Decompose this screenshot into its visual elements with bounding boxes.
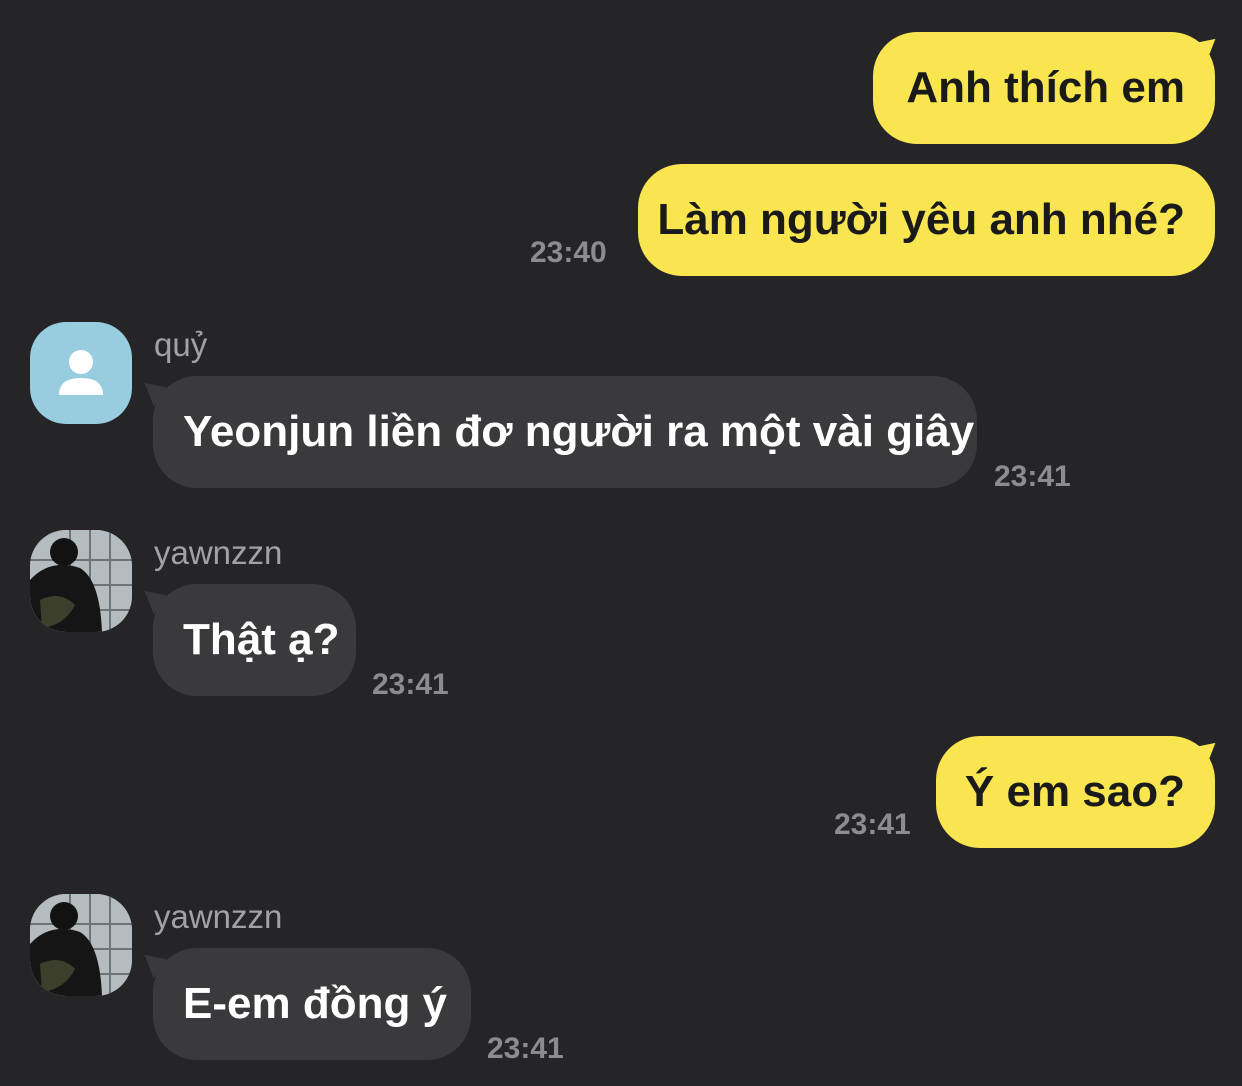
message-timestamp: 23:40 <box>530 236 607 269</box>
incoming-message-bubble[interactable]: E-em đồng ý <box>153 948 471 1060</box>
profile-photo <box>30 530 132 632</box>
outgoing-message-bubble[interactable]: Ý em sao? <box>936 736 1215 848</box>
profile-photo <box>30 894 132 996</box>
message-timestamp: 23:41 <box>372 668 449 701</box>
incoming-message-bubble[interactable]: Yeonjun liền đơ người ra một vài giây <box>153 376 977 488</box>
incoming-message-bubble[interactable]: Thật ạ? <box>153 584 356 696</box>
message-text: Thật ạ? <box>183 615 340 664</box>
message-text: Ý em sao? <box>964 767 1185 816</box>
message-text: E-em đồng ý <box>183 979 448 1028</box>
message-text: Anh thích em <box>906 63 1185 112</box>
sender-name: yawnzzn <box>154 898 283 935</box>
message-text: Yeonjun liền đơ người ra một vài giây <box>183 407 975 456</box>
avatar[interactable] <box>30 530 132 632</box>
sender-name: quỷ <box>154 326 208 363</box>
message-timestamp: 23:41 <box>994 460 1071 493</box>
default-person-icon <box>59 350 103 395</box>
message-timestamp: 23:41 <box>834 808 911 841</box>
avatar[interactable] <box>30 322 132 424</box>
outgoing-message-bubble[interactable]: Anh thích em <box>873 32 1215 144</box>
avatar[interactable] <box>30 894 132 996</box>
outgoing-message-bubble[interactable]: Làm người yêu anh nhé? <box>638 164 1215 276</box>
message-timestamp: 23:41 <box>487 1032 564 1065</box>
message-text: Làm người yêu anh nhé? <box>657 195 1185 244</box>
sender-name: yawnzzn <box>154 534 283 571</box>
